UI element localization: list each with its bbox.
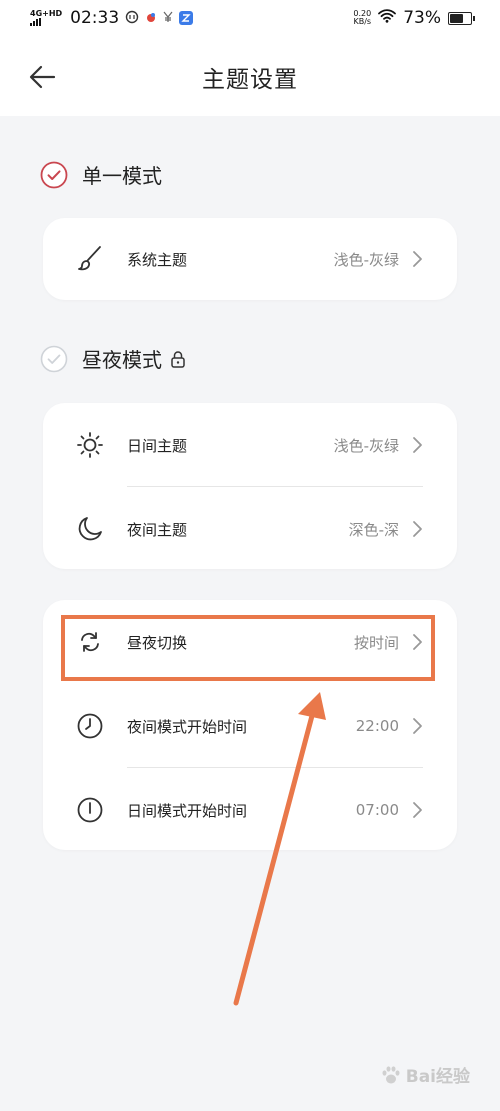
row-day-night-switch[interactable]: 昼夜切换 按时间	[43, 600, 457, 684]
chevron-right-icon	[413, 634, 422, 650]
switch-icon	[81, 632, 99, 652]
back-button[interactable]	[26, 60, 60, 94]
single-mode-label: 单一模式	[82, 164, 162, 188]
brush-icon	[78, 246, 101, 271]
header-bar: 主题设置	[0, 38, 500, 116]
clock-icon	[77, 713, 103, 739]
day-night-mode-option[interactable]: 昼夜模式	[40, 344, 186, 373]
app-badge-icon	[179, 11, 194, 25]
system-theme-label: 系统主题	[127, 250, 188, 269]
yen-icon	[163, 11, 173, 26]
chevron-right-icon	[413, 251, 422, 267]
unchecked-radio-icon	[40, 345, 68, 372]
network-indicator: 4G+HD	[30, 10, 62, 26]
switch-value: 按时间	[353, 633, 399, 652]
clock-time: 02:33	[70, 8, 120, 28]
day-theme-value: 浅色-灰绿	[333, 436, 399, 455]
chevron-right-icon	[413, 437, 422, 453]
system-theme-value: 浅色-灰绿	[333, 250, 399, 269]
signal-icon	[30, 18, 41, 26]
night-theme-label: 夜间主题	[127, 520, 188, 539]
sun-icon	[77, 432, 103, 458]
single-mode-card: 系统主题 浅色-灰绿	[43, 218, 457, 300]
battery-icon	[448, 11, 475, 25]
battery-fill	[450, 13, 463, 23]
day-start-label: 日间模式开始时间	[127, 801, 248, 820]
status-bar-right: 0.20 KB/s 73%	[353, 8, 475, 28]
app-notification-icon	[145, 11, 157, 26]
row-night-start-time[interactable]: 夜间模式开始时间 22:00	[43, 684, 457, 768]
night-theme-value: 深色-深	[348, 520, 399, 539]
network-label: 4G+HD	[30, 9, 63, 18]
night-start-value: 22:00	[355, 717, 399, 735]
row-night-theme[interactable]: 夜间主题 深色-深	[43, 487, 457, 571]
switch-label: 昼夜切换	[127, 633, 188, 652]
checked-radio-icon	[40, 161, 68, 188]
day-start-value: 07:00	[355, 801, 399, 819]
status-bar-left: 4G+HD 02:33	[30, 8, 194, 28]
chevron-right-icon	[413, 718, 422, 734]
row-day-start-time[interactable]: 日间模式开始时间 07:00	[43, 768, 457, 852]
page-title: 主题设置	[202, 67, 298, 93]
paw-icon	[382, 1065, 400, 1083]
chevron-right-icon	[413, 521, 422, 537]
moon-icon	[78, 517, 102, 541]
day-theme-label: 日间主题	[127, 436, 188, 455]
wifi-icon	[378, 8, 397, 28]
row-day-theme[interactable]: 日间主题 浅色-灰绿	[43, 403, 457, 487]
network-speed: 0.20 KB/s	[353, 10, 371, 26]
row-system-theme[interactable]: 系统主题 浅色-灰绿	[43, 218, 457, 300]
day-night-schedule-card: 昼夜切换 按时间 夜间模式开始时间 22:00 日间模式开始时间 07:00	[43, 600, 457, 850]
night-start-label: 夜间模式开始时间	[127, 717, 248, 736]
chevron-right-icon	[413, 802, 422, 818]
watermark-text: Bai经验	[405, 1067, 470, 1087]
watermark: Bai经验	[380, 1062, 470, 1087]
clock-icon	[77, 797, 103, 823]
battery-percent: 73%	[403, 8, 441, 28]
lock-icon	[171, 350, 185, 368]
single-mode-option[interactable]: 单一模式	[40, 160, 162, 189]
status-bar: 4G+HD 02:33 0.20 KB/s 73%	[0, 0, 500, 38]
day-night-mode-label: 昼夜模式	[82, 348, 162, 372]
day-night-theme-card: 日间主题 浅色-灰绿 夜间主题 深色-深	[43, 403, 457, 569]
notification-icon	[125, 10, 139, 27]
arrow-left-icon	[29, 65, 56, 89]
speed-unit: KB/s	[353, 17, 372, 26]
